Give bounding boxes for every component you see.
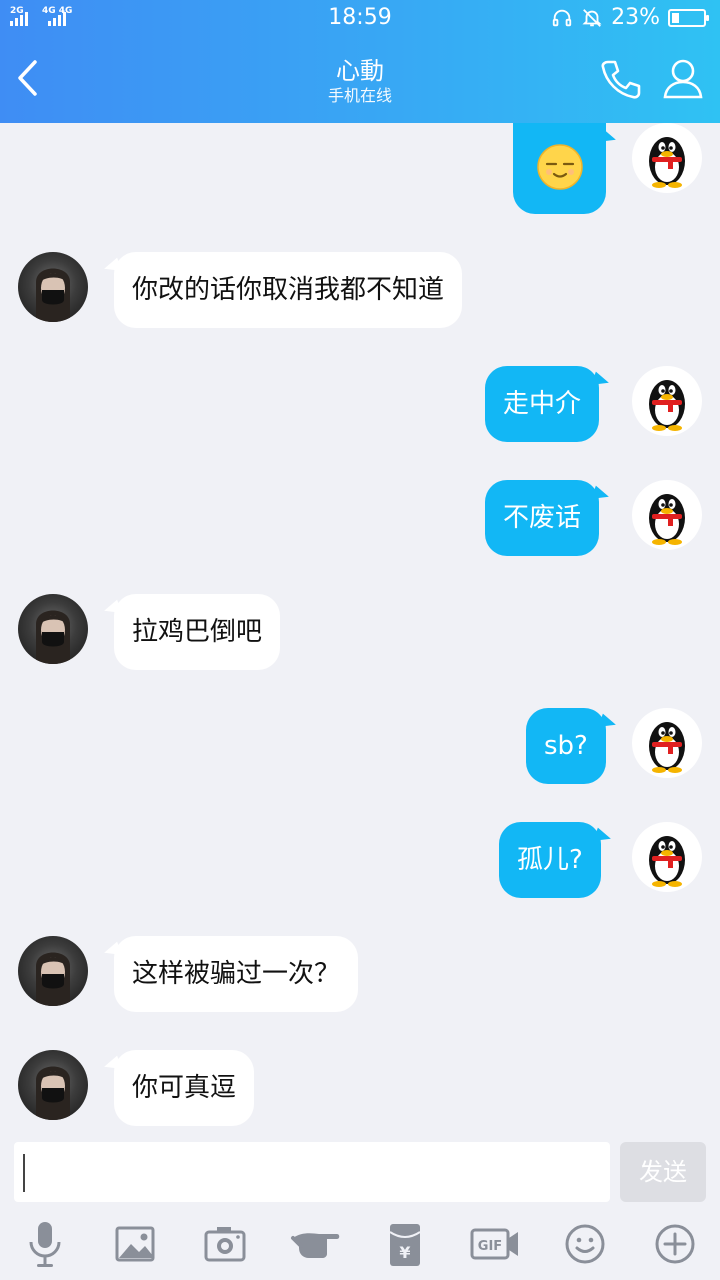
call-button[interactable] (596, 54, 646, 104)
camera-button[interactable] (197, 1218, 253, 1270)
message-bubble-in[interactable]: 你可真逗 (114, 1050, 255, 1126)
microphone-icon (29, 1222, 61, 1267)
message-bubble-out[interactable]: sb? (526, 708, 606, 784)
input-toolbar: ¥ GIF (0, 1210, 720, 1280)
chat-header: 2G 4G 4G 18:59 23% 心動 手机在线 (0, 0, 720, 123)
plus-icon (655, 1224, 695, 1264)
input-bar: 发送 (0, 1140, 720, 1210)
message-bubble-out[interactable]: 孤儿? (499, 822, 601, 898)
contact-photo-icon (36, 268, 70, 322)
battery-percent: 23% (611, 5, 660, 30)
headset-icon (552, 9, 572, 26)
message-bubble-in[interactable]: 你改的话你取消我都不知道 (114, 252, 463, 328)
red-packet-button[interactable]: ¥ (377, 1218, 433, 1270)
message-bubble-in[interactable]: 拉鸡巴倒吧 (114, 594, 281, 670)
poke-icon (291, 1233, 340, 1258)
penguin-avatar-icon (649, 137, 685, 188)
svg-text:¥: ¥ (399, 1243, 410, 1262)
penguin-avatar-icon (649, 836, 685, 887)
gif-button[interactable]: GIF (467, 1218, 523, 1270)
photo-button[interactable] (107, 1218, 163, 1270)
penguin-avatar-icon (649, 380, 685, 431)
my-avatar[interactable] (632, 708, 702, 778)
contact-avatar[interactable] (18, 936, 88, 1006)
message-bubble-in[interactable]: 这样被骗过一次？ (114, 936, 359, 1012)
svg-text:GIF: GIF (478, 1239, 502, 1254)
message-bubble-out[interactable] (513, 123, 606, 214)
my-avatar[interactable] (632, 822, 702, 892)
my-avatar[interactable] (632, 123, 702, 193)
emoji-button[interactable] (557, 1218, 613, 1270)
message-bubble-out[interactable]: 不废话 (485, 480, 600, 556)
message-bubble-out[interactable]: 走中介 (485, 366, 600, 442)
gif-icon: GIF (470, 1228, 518, 1260)
my-avatar[interactable] (632, 480, 702, 550)
text-caret (23, 1154, 25, 1192)
mute-bell-icon (582, 8, 602, 27)
contact-avatar[interactable] (18, 1050, 88, 1120)
more-button[interactable] (647, 1218, 703, 1270)
message-list[interactable]: 你改的话你取消我都不知道 走中介 不废话 拉鸡巴倒吧 sb? 孤儿? 这样被骗过… (0, 123, 720, 1140)
penguin-avatar-icon (649, 722, 685, 773)
contact-avatar[interactable] (18, 252, 88, 322)
phone-icon (601, 60, 641, 99)
contact-photo-icon (36, 1066, 70, 1120)
emoji-icon (565, 1224, 605, 1264)
battery-icon (668, 8, 709, 27)
profile-button[interactable] (658, 54, 708, 104)
contact-photo-icon (36, 610, 70, 664)
sleepy-face-icon (537, 144, 583, 190)
person-icon (663, 59, 703, 99)
send-button[interactable]: 发送 (620, 1142, 706, 1202)
red-packet-icon: ¥ (389, 1224, 421, 1266)
my-avatar[interactable] (632, 366, 702, 436)
voice-button[interactable] (17, 1218, 73, 1270)
poke-button[interactable] (287, 1218, 343, 1270)
message-input[interactable] (14, 1142, 610, 1202)
contact-avatar[interactable] (18, 594, 88, 664)
contact-photo-icon (36, 952, 70, 1006)
status-icons: 23% (551, 5, 709, 30)
status-bar: 2G 4G 4G 18:59 23% (0, 0, 720, 38)
camera-icon (204, 1227, 246, 1262)
image-icon (115, 1226, 155, 1262)
penguin-avatar-icon (649, 494, 685, 545)
